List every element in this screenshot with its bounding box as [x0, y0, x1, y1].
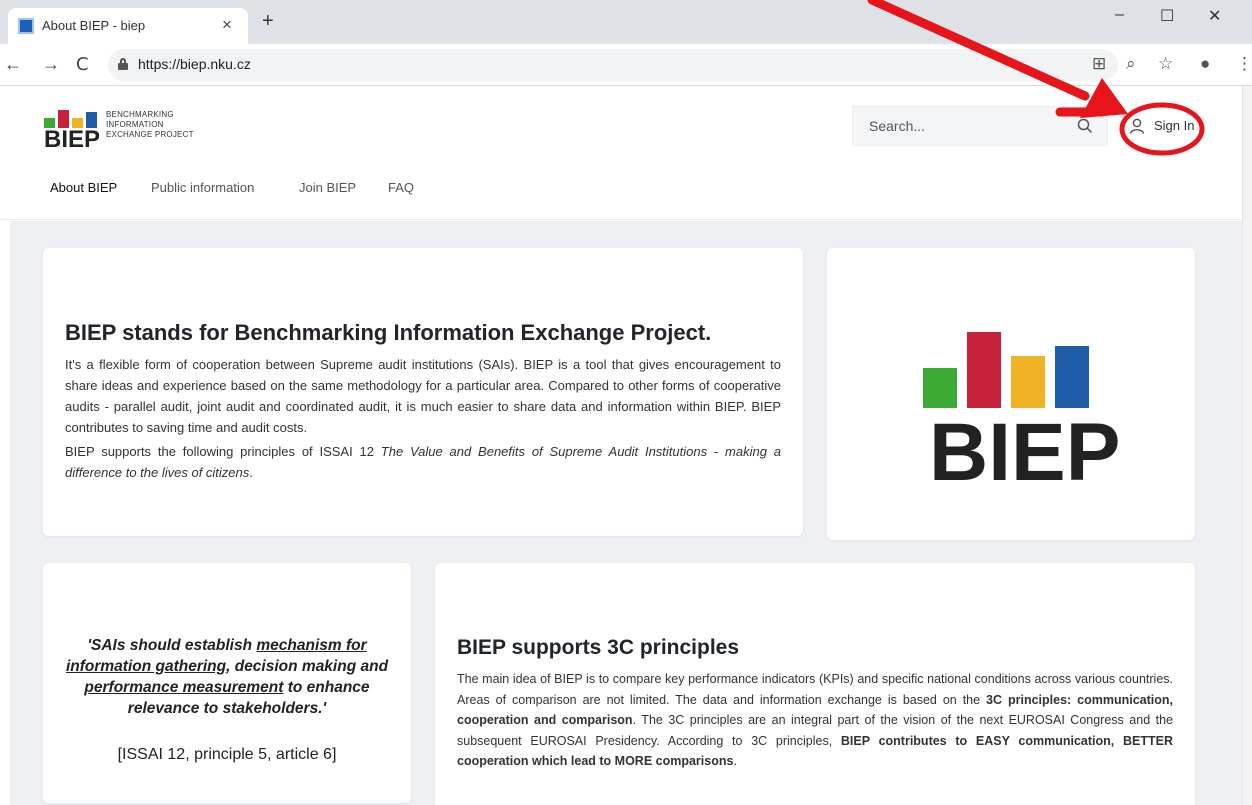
issai-text: BIEP supports the following principles o… [65, 444, 381, 459]
search-icon[interactable] [1077, 118, 1093, 134]
logo-subtitle-line: EXCHANGE PROJECT [106, 130, 194, 139]
translate-icon[interactable]: ⊞ [1092, 54, 1106, 74]
site-favicon-icon [18, 18, 34, 34]
minimize-icon[interactable]: – [1115, 6, 1124, 24]
principles-card: BIEP supports 3C principles The main ide… [435, 563, 1195, 805]
nav-public-information[interactable]: Public information [151, 180, 254, 195]
nav-about-biep[interactable]: About BIEP [50, 180, 117, 195]
logo-card: BIEP [827, 248, 1195, 540]
reload-icon[interactable]: C [76, 54, 89, 75]
search-input[interactable] [853, 107, 1063, 145]
maximize-icon[interactable]: ☐ [1160, 6, 1174, 26]
site-header: BIEP BENCHMARKING INFORMATION EXCHANGE P… [0, 86, 1252, 220]
sign-in-label: Sign In [1154, 118, 1195, 133]
browser-toolbar: ← → C https://biep.nku.cz ⊞ ⌕ ☆ ● ⋮ [0, 44, 1252, 86]
big-logo-word: BIEP [929, 407, 1121, 498]
principles-heading: BIEP supports 3C principles [457, 636, 740, 659]
site-logo[interactable]: BIEP BENCHMARKING INFORMATION EXCHANGE P… [44, 106, 214, 153]
principles-paragraph: The main idea of BIEP is to compare key … [457, 669, 1173, 772]
big-logo-bar-green [923, 368, 957, 408]
intro-paragraph: It's a flexible form of cooperation betw… [65, 357, 781, 435]
logo-subtitle-line: INFORMATION [106, 120, 164, 129]
principles-text: . [733, 754, 737, 768]
browser-menu-icon[interactable]: ⋮ [1236, 54, 1252, 74]
big-logo-bar-red [967, 332, 1001, 408]
new-tab-icon[interactable]: + [262, 10, 274, 33]
quote-citation: [ISSAI 12, principle 5, article 6] [117, 746, 337, 763]
logo-subtitle-line: BENCHMARKING [106, 110, 174, 119]
quote-underlined-text: performance measurement [84, 679, 284, 696]
logo-bars [44, 106, 100, 128]
back-icon[interactable]: ← [4, 54, 22, 75]
profile-icon[interactable]: ● [1200, 54, 1210, 74]
window-close-icon[interactable]: ✕ [1208, 6, 1221, 26]
nav-join-biep[interactable]: Join BIEP [299, 180, 356, 195]
page-scrollbar[interactable] [1242, 86, 1252, 805]
big-logo-bar-yellow [1011, 356, 1045, 408]
url-text: https://biep.nku.cz [138, 56, 251, 72]
bookmark-star-icon[interactable]: ☆ [1158, 54, 1173, 74]
nav-faq[interactable]: FAQ [388, 180, 414, 195]
forward-icon[interactable]: → [42, 54, 60, 75]
tab-title: About BIEP - biep [42, 18, 146, 33]
address-bar[interactable]: https://biep.nku.cz [108, 49, 1118, 81]
logo-word: BIEP [44, 126, 101, 153]
user-icon [1129, 118, 1145, 134]
logo-subtitle: BENCHMARKING INFORMATION EXCHANGE PROJEC… [106, 110, 194, 140]
search-box [852, 106, 1108, 146]
quote-text: , decision making and [226, 658, 389, 675]
issai-quote: 'SAIs should establish mechanism for inf… [59, 635, 395, 719]
big-logo-bar-blue [1055, 346, 1089, 408]
lock-icon [118, 58, 128, 70]
browser-tab-strip: About BIEP - biep × + – ☐ ✕ [0, 0, 1252, 44]
quote-card: 'SAIs should establish mechanism for inf… [43, 563, 411, 803]
intro-heading: BIEP stands for Benchmarking Information… [65, 320, 712, 345]
page: About BIEP - biep × + – ☐ ✕ ← → C https:… [0, 0, 1252, 805]
issai-paragraph: BIEP supports the following principles o… [65, 441, 781, 483]
quote-text: 'SAIs should establish [87, 637, 257, 654]
tab-close-icon[interactable]: × [222, 15, 232, 35]
browser-tab[interactable]: About BIEP - biep × [8, 8, 248, 44]
big-logo: BIEP [897, 330, 1120, 498]
issai-period: . [249, 465, 253, 480]
intro-card: BIEP stands for Benchmarking Information… [43, 248, 803, 536]
zoom-icon[interactable]: ⌕ [1126, 54, 1136, 74]
main-content: BIEP stands for Benchmarking Information… [10, 221, 1242, 805]
